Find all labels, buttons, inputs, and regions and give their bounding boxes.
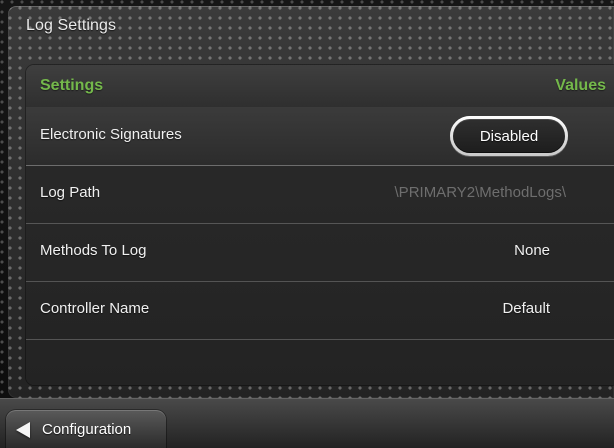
table-row-electronic-signatures[interactable]: Electronic Signatures Disabled bbox=[26, 107, 614, 166]
log-settings-window: Log Settings Settings Values Electronic … bbox=[8, 6, 614, 398]
setting-label-controller-name: Controller Name bbox=[40, 300, 150, 317]
table-header: Settings Values bbox=[26, 65, 614, 108]
methods-to-log-value: None bbox=[514, 242, 550, 259]
setting-label-electronic-signatures: Electronic Signatures bbox=[40, 126, 182, 143]
setting-label-log-path: Log Path bbox=[40, 184, 101, 201]
toggle-inner: Disabled bbox=[453, 119, 565, 153]
table-row-controller-name[interactable]: Controller Name Default bbox=[26, 281, 614, 340]
controller-name-value: Default bbox=[502, 300, 550, 317]
setting-label-methods-to-log: Methods To Log bbox=[40, 242, 147, 259]
back-arrow-icon bbox=[16, 422, 30, 438]
settings-column-header: Settings bbox=[40, 77, 104, 94]
settings-table: Settings Values Electronic Signatures Di… bbox=[26, 65, 614, 385]
electronic-signatures-toggle[interactable]: Disabled bbox=[450, 116, 568, 156]
back-button-label: Configuration bbox=[42, 421, 132, 438]
electronic-signatures-value: Disabled bbox=[479, 127, 539, 145]
screen: Log Settings Settings Values Electronic … bbox=[0, 0, 614, 448]
configuration-back-button[interactable]: Configuration bbox=[6, 410, 166, 448]
log-path-value: \PRIMARY2\MethodLogs\ bbox=[394, 184, 566, 201]
table-row-log-path[interactable]: Log Path \PRIMARY2\MethodLogs\ bbox=[26, 165, 614, 224]
window-title: Log Settings bbox=[26, 17, 117, 34]
values-column-header: Values bbox=[555, 77, 606, 94]
table-row-methods-to-log[interactable]: Methods To Log None bbox=[26, 223, 614, 282]
